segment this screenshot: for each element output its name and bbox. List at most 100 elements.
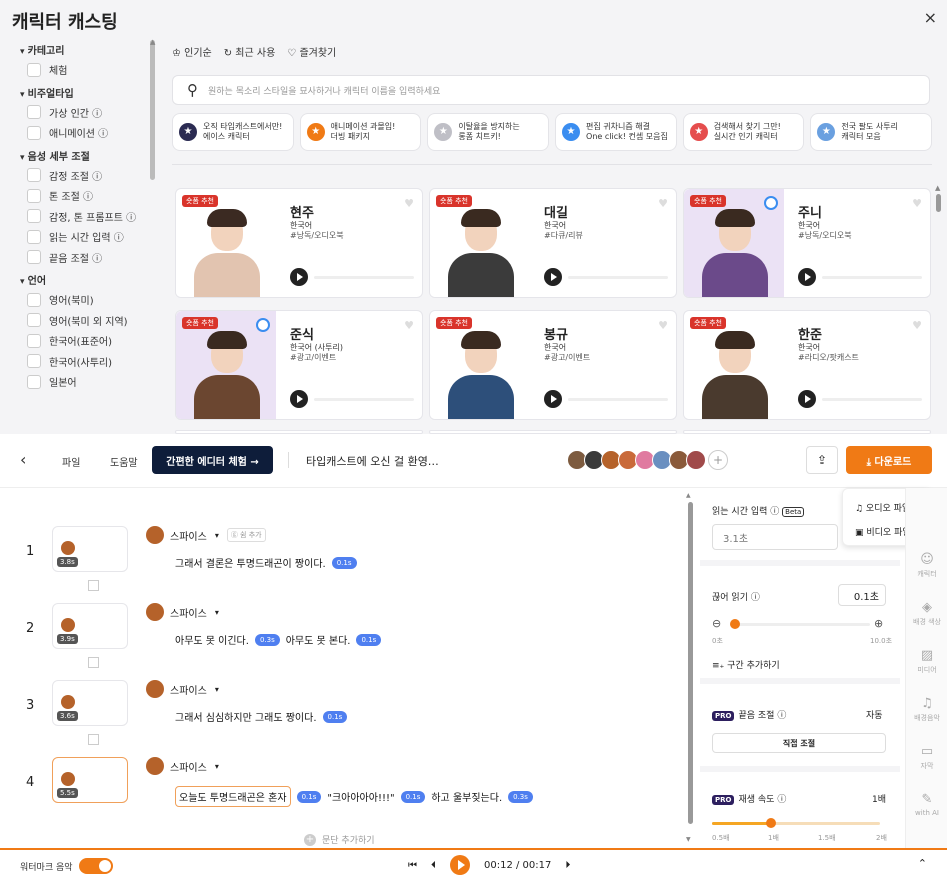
- rail-subtitle[interactable]: ▭ 자막: [906, 744, 947, 771]
- checkbox[interactable]: [27, 354, 41, 368]
- checkbox[interactable]: [27, 313, 41, 327]
- play-button[interactable]: [450, 855, 470, 875]
- manual-adjust-button[interactable]: 직접 조절: [712, 733, 886, 753]
- share-button[interactable]: ⇪: [806, 446, 838, 474]
- filter-option[interactable]: 영어(북미): [27, 292, 94, 307]
- speed-slider[interactable]: [712, 818, 880, 828]
- character-card[interactable]: 숏폼 추천 주니 한국어 #낭독/오디오북 ♥: [683, 188, 931, 298]
- checkbox[interactable]: [27, 229, 41, 244]
- add-range-button[interactable]: ≡₊ 구간 추가하기: [712, 658, 780, 671]
- play-button[interactable]: [544, 268, 562, 286]
- play-button[interactable]: [798, 390, 816, 408]
- script-text[interactable]: 하고 울부짖는다.: [431, 789, 502, 804]
- scroll-up-icon[interactable]: ▲: [686, 492, 691, 499]
- plus-icon[interactable]: ⊕: [874, 617, 883, 630]
- script-line[interactable]: 그래서 심심하지만 그래도 짱이다. 0.1s: [175, 709, 348, 724]
- character-card[interactable]: 숏폼 추천 한준 한국어 #라디오/팟캐스트 ♥: [683, 310, 931, 420]
- audio-progress[interactable]: [314, 398, 414, 401]
- script-text[interactable]: 그래서 심심하지만 그래도 짱이다.: [175, 709, 317, 724]
- collection-chip[interactable]: ★ 이탈율을 방지하는 롱폼 치트키!: [427, 113, 550, 151]
- pause-pill[interactable]: 0.3s: [254, 633, 280, 646]
- scene-thumbnail[interactable]: 5.5s: [52, 757, 128, 803]
- checkbox[interactable]: [27, 62, 41, 77]
- add-pause-button[interactable]: ⓖ 쉼 추가: [226, 528, 266, 542]
- audio-progress[interactable]: [822, 276, 922, 279]
- scroll-down-icon[interactable]: ▼: [686, 836, 691, 843]
- search-input[interactable]: ⚲ 원하는 목소리 스타일을 묘사하거나 캐릭터 이름을 입력하세요: [172, 75, 930, 105]
- rail-character[interactable]: ☺ 캐릭터: [906, 552, 947, 579]
- expand-icon[interactable]: ⌃: [918, 857, 927, 870]
- character-card[interactable]: 숏폼 추천 현주 한국어 #낭독/오디오북 ♥: [175, 188, 423, 298]
- back-icon[interactable]: ‹: [20, 450, 26, 469]
- checkbox[interactable]: [27, 250, 41, 264]
- script-text[interactable]: 그래서 결론은 투명드래곤이 짱이다.: [175, 555, 326, 570]
- editor-scrollbar[interactable]: [688, 502, 693, 824]
- cast-avatars[interactable]: +: [567, 450, 728, 470]
- minus-icon[interactable]: ⊖: [712, 617, 721, 630]
- character-card[interactable]: 숏폼 추천 봉규 한국어 #광고/이벤트 ♥: [429, 310, 677, 420]
- sort-option[interactable]: ↻ 최근 사용: [224, 44, 276, 59]
- filter-option[interactable]: 체험: [27, 62, 67, 77]
- checkbox[interactable]: [27, 188, 41, 203]
- script-text[interactable]: 아무도 못 이긴다.: [175, 632, 249, 647]
- scene-thumbnail[interactable]: 3.9s: [52, 603, 128, 649]
- filter-option[interactable]: 톤 조절 ⓘ: [27, 188, 93, 203]
- download-button[interactable]: ⤓ 다운로드: [846, 446, 932, 474]
- checkbox[interactable]: [27, 168, 41, 182]
- checkbox[interactable]: [27, 333, 41, 348]
- checkbox[interactable]: [27, 125, 41, 140]
- collection-chip[interactable]: ★ 편집 귀차니즘 해결 One click! 컨셉 모음집: [555, 113, 677, 151]
- play-button[interactable]: [798, 268, 816, 286]
- script-line[interactable]: 그래서 결론은 투명드래곤이 짱이다. 0.1s: [175, 555, 357, 570]
- speaker-selector[interactable]: 스파이스 ▾: [146, 680, 219, 698]
- audio-progress[interactable]: [568, 276, 668, 279]
- selected-text[interactable]: 오늘도 투명드래곤은 혼자: [175, 786, 291, 807]
- read-time-input[interactable]: 3.1초: [712, 524, 838, 550]
- add-segment-button[interactable]: + 문단 추가하기: [304, 833, 375, 846]
- sort-option[interactable]: ♡ 즐겨찾기: [287, 44, 336, 59]
- filter-option[interactable]: 일본어: [27, 374, 77, 389]
- scene-thumbnail[interactable]: 3.8s: [52, 526, 128, 572]
- avatar[interactable]: [686, 450, 706, 470]
- close-icon[interactable]: ×: [924, 8, 937, 27]
- play-button[interactable]: [290, 390, 308, 408]
- pause-pill[interactable]: 0.1s: [322, 710, 348, 723]
- character-card[interactable]: 숏폼 추천 대길 한국어 #다큐/리뷰 ♥: [429, 188, 677, 298]
- collection-chip[interactable]: ★ 애니메이션 과몰입! 더빙 패키지: [299, 113, 422, 151]
- scroll-up-icon[interactable]: ▲: [150, 38, 155, 46]
- script-line[interactable]: 아무도 못 이긴다. 0.3s 아무도 못 본다. 0.1s: [175, 632, 382, 647]
- pause-input[interactable]: 0.1초: [838, 584, 886, 606]
- filter-option[interactable]: 감정, 톤 프롬프트 ⓘ: [27, 209, 136, 224]
- speaker-selector[interactable]: 스파이스 ▾ ⓖ 쉼 추가: [146, 526, 266, 544]
- rail-media[interactable]: ▨ 미디어: [906, 648, 947, 675]
- heart-icon[interactable]: ♥: [658, 197, 668, 210]
- image-placeholder-icon[interactable]: [88, 580, 99, 591]
- heart-icon[interactable]: ♥: [912, 319, 922, 332]
- rail-bg-color[interactable]: ◈ 배경 색상: [906, 600, 947, 627]
- audio-progress[interactable]: [314, 276, 414, 279]
- toggle-switch[interactable]: [78, 858, 113, 874]
- add-character-button[interactable]: +: [708, 450, 728, 470]
- script-text[interactable]: "크아아아아!!!": [327, 789, 394, 804]
- audio-progress[interactable]: [568, 398, 668, 401]
- pause-pill[interactable]: 0.1s: [296, 790, 322, 803]
- filter-option[interactable]: 애니메이션 ⓘ: [27, 125, 108, 140]
- pause-pill[interactable]: 0.3s: [508, 790, 533, 803]
- filter-option[interactable]: 감정 조절 ⓘ: [27, 168, 102, 183]
- filter-option[interactable]: 한국어(표준어): [27, 333, 112, 348]
- filter-option[interactable]: 한국어(사투리): [27, 354, 112, 369]
- filter-option[interactable]: 끝음 조절 ⓘ: [27, 250, 102, 265]
- prev-icon[interactable]: ⏴: [431, 860, 436, 871]
- sort-option[interactable]: ♔ 인기순: [172, 44, 212, 59]
- pause-pill[interactable]: 0.1s: [400, 790, 426, 803]
- next-icon[interactable]: ⏵: [565, 860, 570, 871]
- sidebar-scrollbar[interactable]: [150, 40, 155, 180]
- rail-music[interactable]: ♫ 배경음악: [906, 696, 947, 723]
- document-title[interactable]: 타입캐스트에 오신 걸 환영…: [306, 453, 439, 469]
- collection-chip[interactable]: ★ 오직 타입캐스트에서만! 에이스 캐릭터: [172, 113, 294, 151]
- scene-thumbnail[interactable]: 3.6s: [52, 680, 128, 726]
- checkbox[interactable]: [27, 374, 41, 389]
- filter-option[interactable]: 가상 인간 ⓘ: [27, 105, 102, 120]
- speaker-selector[interactable]: 스파이스 ▾: [146, 603, 219, 621]
- watermark-toggle[interactable]: 워터마크 음악: [20, 858, 113, 874]
